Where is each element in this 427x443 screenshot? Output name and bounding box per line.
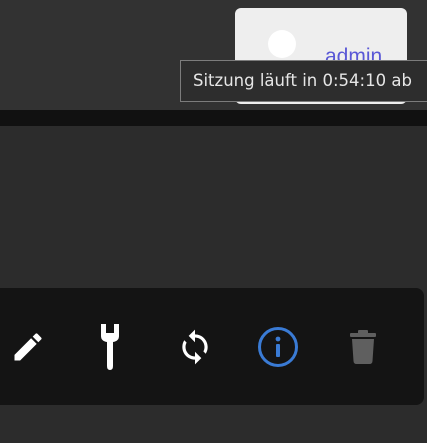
top-header: admin Sitzung läuft in 0:54:10 ab <box>0 0 427 110</box>
sync-icon <box>176 328 214 366</box>
info-button[interactable] <box>250 288 306 405</box>
pencil-icon <box>10 329 46 365</box>
app-page: admin Sitzung läuft in 0:54:10 ab <box>0 0 427 443</box>
trash-icon <box>350 329 376 364</box>
edit-button[interactable] <box>0 288 56 405</box>
session-timeout-tooltip: Sitzung läuft in 0:54:10 ab <box>180 60 427 102</box>
delete-button[interactable] <box>335 288 391 405</box>
action-toolbar <box>0 288 424 405</box>
sync-button[interactable] <box>167 288 223 405</box>
header-divider <box>0 110 427 126</box>
avatar <box>268 30 296 58</box>
settings-button[interactable] <box>82 288 138 405</box>
wrench-icon <box>99 323 121 370</box>
info-icon <box>257 326 299 368</box>
